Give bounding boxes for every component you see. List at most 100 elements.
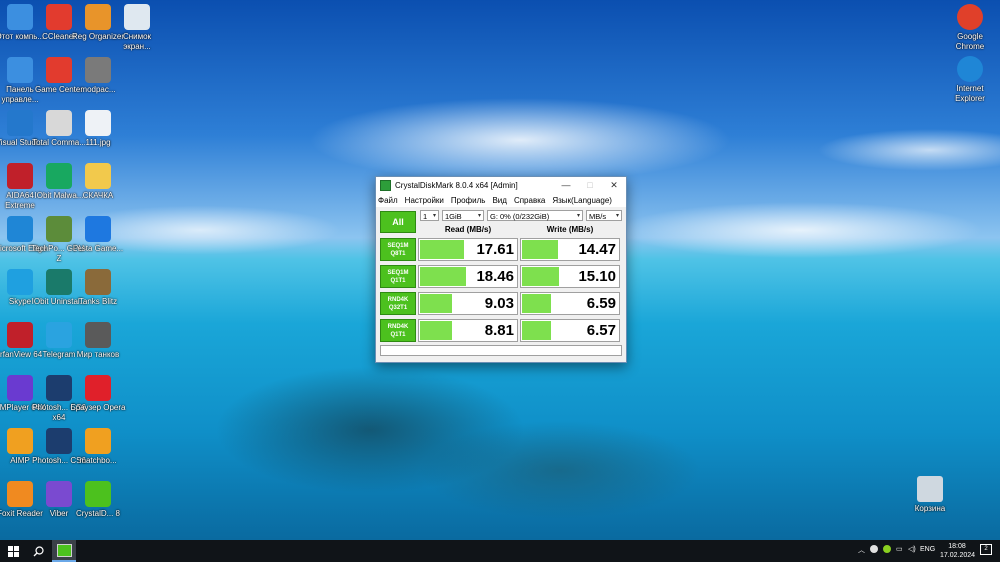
write-result: 14.47 — [520, 238, 620, 261]
tray-app-icon[interactable] — [870, 545, 878, 553]
menu-view[interactable]: Вид — [492, 196, 506, 205]
desktop-icon[interactable]: Мир танков — [70, 322, 126, 360]
test-name: SEQ1M — [387, 243, 409, 249]
taskbar-crystaldiskmark[interactable] — [52, 540, 76, 562]
menu-settings[interactable]: Настройки — [405, 196, 444, 205]
read-value: 18.46 — [476, 268, 514, 285]
desktop-icon[interactable]: Google Chrome — [942, 4, 998, 52]
unit-select[interactable]: MB/s ▾ — [586, 210, 622, 221]
write-value: 6.59 — [586, 295, 616, 312]
photoshop-icon — [46, 375, 72, 401]
desktop-icon-label: CrystalD... 8 — [75, 509, 120, 518]
test-count-select[interactable]: 1 ▾ — [420, 210, 439, 221]
window-title: CrystalDiskMark 8.0.4 x64 [Admin] — [395, 180, 518, 190]
test-count-value: 1 — [423, 212, 428, 221]
write-bar — [522, 294, 551, 313]
read-result: 9.03 — [418, 292, 518, 315]
desktop-icon[interactable]: 111.jpg — [70, 110, 126, 148]
irfanview-icon — [7, 322, 33, 348]
photoshop-icon — [46, 428, 72, 454]
test-queue: Q8T1 — [390, 251, 406, 257]
iobit-malware-icon — [46, 163, 72, 189]
clock[interactable]: 18:08 17.02.2024 — [940, 542, 976, 560]
search-button[interactable] — [28, 540, 48, 562]
desktop-icon-label: Internet Explorer — [955, 84, 985, 103]
maximize-icon[interactable]: □ — [578, 180, 602, 190]
notification-center-icon[interactable]: 2 — [980, 544, 992, 555]
ie-icon — [957, 56, 983, 82]
ccleaner-icon — [46, 4, 72, 30]
desktop-icon-label: Lesta Game... — [72, 244, 124, 253]
read-value: 17.61 — [476, 241, 514, 258]
image-file-icon — [85, 110, 111, 136]
start-button[interactable] — [0, 540, 26, 562]
desktop-icon[interactable]: modpac... — [70, 57, 126, 95]
read-result: 8.81 — [418, 319, 518, 342]
clock-date: 17.02.2024 — [940, 552, 976, 559]
test-queue: Q32T1 — [388, 305, 408, 311]
test-queue: Q1T1 — [390, 278, 406, 284]
desktop-icon[interactable]: Internet Explorer — [942, 56, 998, 104]
test-queue: Q1T1 — [390, 332, 406, 338]
menu-profile[interactable]: Профиль — [451, 196, 486, 205]
test-button[interactable]: SEQ1M Q1T1 — [380, 265, 416, 288]
volume-icon[interactable]: ◁) — [908, 545, 916, 553]
crystaldiskmark-window: CrystalDiskMark 8.0.4 x64 [Admin] — □ ✕ … — [375, 176, 627, 363]
desktop-icon-label: modpac... — [80, 85, 116, 94]
lesta-icon — [85, 216, 111, 242]
desktop-icon[interactable]: Lesta Game... — [70, 216, 126, 254]
read-bar — [420, 321, 452, 340]
drive-value: G: 0% (0/232GiB) — [490, 212, 550, 221]
test-button[interactable]: RND4K Q1T1 — [380, 319, 416, 342]
crystaldiskmark-icon — [56, 543, 72, 557]
desktop-icon[interactable]: СКАЧКА — [70, 163, 126, 201]
desktop-icon-label: Tanks Blitz — [78, 297, 118, 306]
write-bar — [522, 267, 559, 286]
desktop-icon-label: Google Chrome — [955, 32, 985, 51]
kmplayer-icon — [7, 375, 33, 401]
benchmark-row: SEQ1M Q1T1 18.46 15.10 — [380, 265, 622, 289]
read-bar — [420, 267, 466, 286]
desktop-icon[interactable]: matchbo... — [70, 428, 126, 466]
menu-help[interactable]: Справка — [514, 196, 545, 205]
desktop-icon[interactable]: Корзина — [902, 476, 958, 514]
read-value: 9.03 — [484, 295, 514, 312]
recycle-bin-icon — [917, 476, 943, 502]
read-value: 8.81 — [484, 322, 514, 339]
write-result: 15.10 — [520, 265, 620, 288]
desktop-icon-label: 111.jpg — [85, 138, 111, 147]
desktop-icon-label: Корзина — [914, 504, 946, 513]
vscode-icon — [7, 110, 33, 136]
write-result: 6.57 — [520, 319, 620, 342]
menu-language[interactable]: Язык(Language) — [552, 196, 612, 205]
tray-app-icon[interactable] — [883, 545, 891, 553]
desktop-icon[interactable]: Tanks Blitz — [70, 269, 126, 307]
read-bar — [420, 240, 464, 259]
tanks-blitz-icon — [85, 269, 111, 295]
test-button[interactable]: RND4K Q32T1 — [380, 292, 416, 315]
notification-count: 2 — [984, 546, 988, 552]
close-icon[interactable]: ✕ — [602, 180, 626, 191]
show-hidden-icons-icon[interactable]: ︿ — [858, 545, 865, 555]
chevron-down-icon: ▾ — [477, 213, 481, 219]
minimize-icon[interactable]: — — [554, 180, 578, 190]
comment-field[interactable] — [380, 345, 622, 356]
desktop-icon[interactable]: Снимок экран... — [109, 4, 165, 52]
taskbar: ︿ ▭ ◁) ENG 18:08 17.02.2024 2 — [0, 540, 1000, 562]
drive-select[interactable]: G: 0% (0/232GiB) ▾ — [487, 210, 583, 221]
write-bar — [522, 240, 558, 259]
window-titlebar[interactable]: CrystalDiskMark 8.0.4 x64 [Admin] — □ ✕ — [376, 177, 626, 193]
network-icon[interactable]: ▭ — [896, 545, 903, 553]
menu-file[interactable]: Файл — [378, 196, 398, 205]
telegram-icon — [46, 322, 72, 348]
windows-logo-icon — [7, 545, 19, 557]
chevron-down-icon: ▾ — [432, 213, 436, 219]
screenshot-icon — [124, 4, 150, 30]
desktop-icon-label: matchbo... — [79, 456, 117, 465]
test-size-select[interactable]: 1GiB ▾ — [442, 210, 484, 221]
desktop-icon-label: Мир танков — [76, 350, 120, 359]
desktop-icon[interactable]: CrystalD... 8 — [70, 481, 126, 519]
desktop-icon[interactable]: Браузер Opera — [70, 375, 126, 413]
language-indicator[interactable]: ENG — [920, 546, 935, 553]
test-button[interactable]: SEQ1M Q8T1 — [380, 238, 416, 261]
